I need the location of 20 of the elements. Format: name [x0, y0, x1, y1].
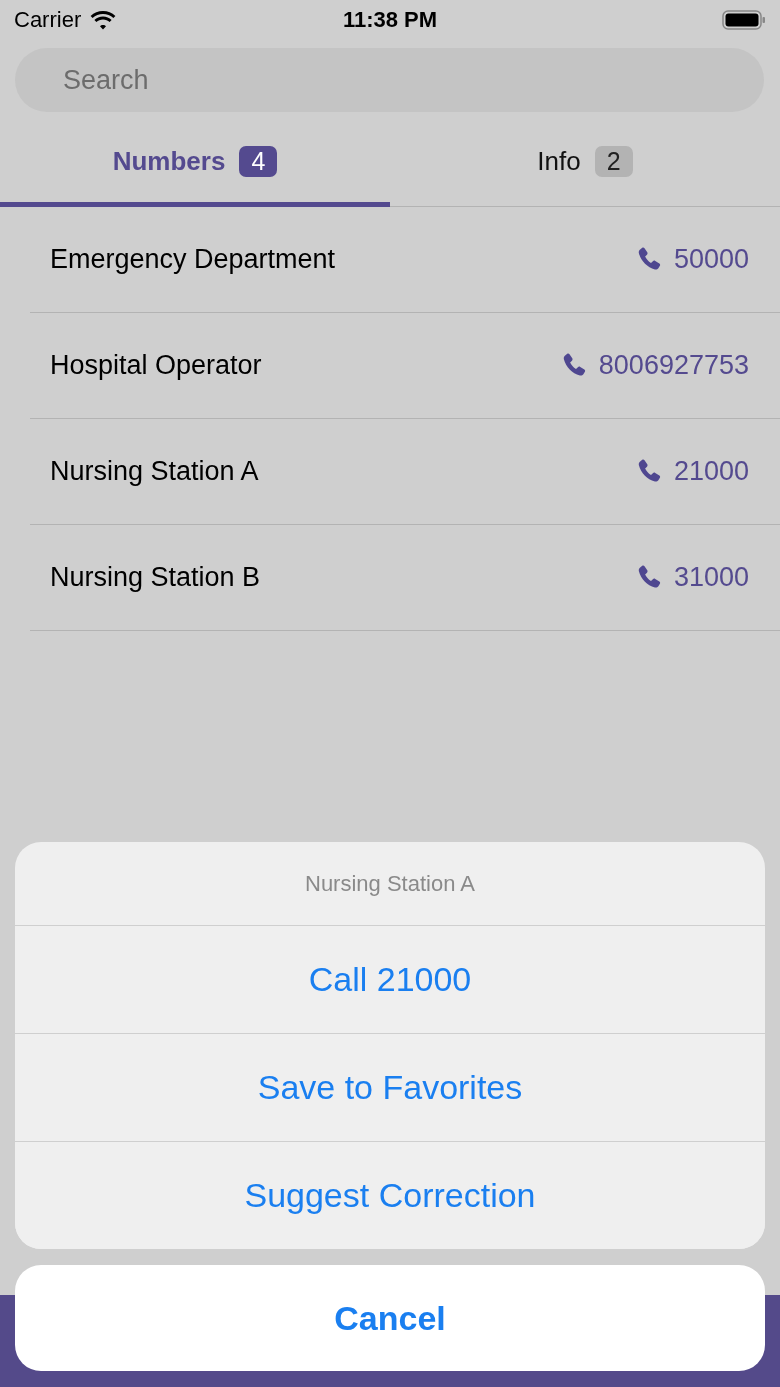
phone-link[interactable]: 21000 [633, 456, 749, 487]
sheet-title: Nursing Station A [305, 870, 475, 897]
battery-icon [722, 9, 766, 31]
contact-name: Hospital Operator [50, 350, 263, 381]
cancel-button[interactable]: Cancel [15, 1265, 765, 1371]
tab[interactable]: Numbers 4 [0, 120, 390, 207]
phone-link[interactable]: 8006927753 [558, 350, 749, 381]
clock-time: 11:38 PM [342, 7, 438, 33]
wifi-icon [89, 10, 118, 30]
search-field[interactable]: Search [15, 48, 764, 112]
phone-link[interactable]: 50000 [633, 244, 749, 275]
contact-name: Emergency Department [50, 244, 337, 275]
carrier-name: Carrier [14, 7, 82, 33]
phone-link[interactable]: 31000 [633, 562, 749, 593]
count-badge: 2 [594, 145, 633, 177]
contact-name: Nursing Station B [50, 562, 262, 593]
contact-name: Nursing Station A [50, 456, 260, 487]
count-badge: 4 [239, 145, 278, 177]
tab[interactable]: Info 2 [390, 120, 780, 207]
action-button[interactable]: Suggest Correction [15, 1141, 765, 1249]
